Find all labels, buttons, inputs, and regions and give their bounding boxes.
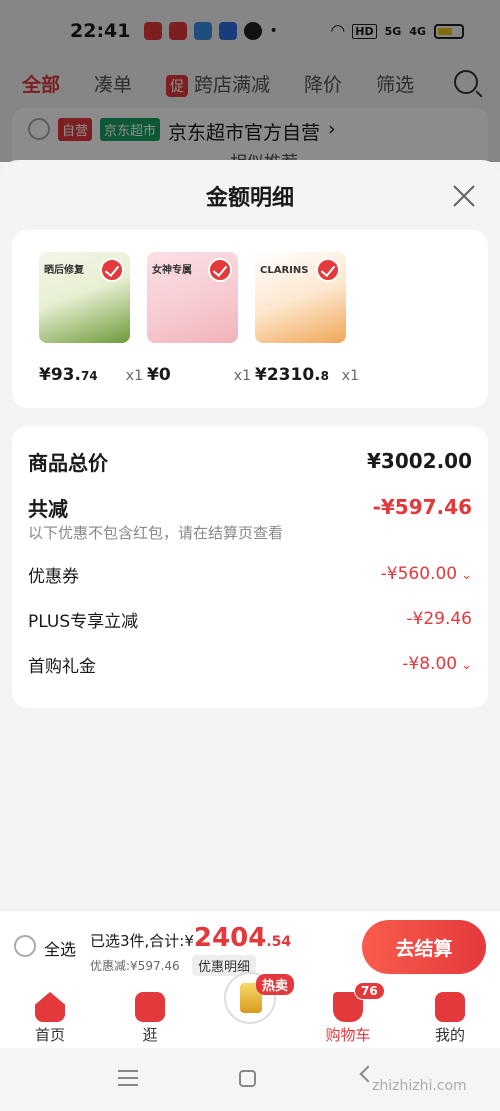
total-amount: 2404 bbox=[193, 923, 267, 953]
total-label: 商品总价 bbox=[28, 450, 108, 475]
product-item[interactable]: 晒后修复 ¥93.74 x1 bbox=[39, 252, 143, 408]
checked-icon bbox=[100, 258, 124, 282]
gift-label: 首购礼金 bbox=[28, 656, 96, 677]
cart-count-badge: 76 bbox=[354, 982, 385, 1000]
product-price: ¥0 bbox=[147, 365, 171, 385]
product-qty: x1 bbox=[341, 368, 359, 384]
nav-me-label: 我的 bbox=[434, 1026, 465, 1044]
saved-amount: 优惠减:¥597.46 bbox=[90, 959, 180, 973]
total-value: ¥3002.00 bbox=[366, 449, 472, 473]
select-all-radio[interactable] bbox=[14, 935, 36, 957]
nav-cart-label: 购物车 bbox=[325, 1026, 371, 1044]
price-row: ¥2310.8 x1 bbox=[255, 365, 367, 385]
home-icon bbox=[35, 992, 65, 1022]
discount-note: 以下优惠不包含红包，请在结算页查看 bbox=[28, 524, 284, 542]
product-item[interactable]: CLARINS ¥2310.8 x1 bbox=[255, 252, 359, 408]
discount-value: -¥597.46 bbox=[372, 495, 472, 519]
plus-value: -¥29.46 bbox=[406, 609, 472, 629]
product-image-text: CLARINS bbox=[260, 265, 309, 276]
price-dec: 8 bbox=[320, 369, 329, 383]
coupon-amount: -¥560.00 ⌄ bbox=[381, 564, 472, 584]
browse-icon bbox=[135, 992, 165, 1022]
product-image-text: 女神专属 bbox=[152, 265, 192, 276]
amount-detail-sheet: 金额明细 晒后修复 ¥93.74 x1 女神专属 ¥0 x1 CLARINS ¥… bbox=[0, 160, 500, 910]
coupon-row[interactable]: 优惠券 -¥560.00 ⌄ bbox=[28, 560, 472, 588]
hot-badge: 热卖 bbox=[256, 974, 295, 995]
total-row: 商品总价 ¥3002.00 bbox=[28, 446, 472, 476]
plus-discount-row: PLUS专享立减 -¥29.46 bbox=[28, 605, 472, 633]
product-image: 女神专属 bbox=[147, 252, 238, 343]
product-image: CLARINS bbox=[255, 252, 346, 343]
total-amount-decimal: .54 bbox=[266, 934, 292, 950]
checkout-button[interactable]: 去结算 bbox=[362, 920, 486, 974]
order-summary: 已选3件,合计:¥ 2404 .54 bbox=[90, 923, 291, 953]
product-price: ¥2310.8 bbox=[255, 365, 329, 385]
home-button-icon[interactable] bbox=[239, 1070, 256, 1087]
nav-browse-label: 逛 bbox=[142, 1026, 158, 1044]
watermark: zhizhizhi.com bbox=[372, 1078, 467, 1094]
chevron-down-icon: ⌄ bbox=[461, 568, 472, 583]
chevron-down-icon: ⌄ bbox=[461, 658, 472, 673]
checked-icon bbox=[208, 258, 232, 282]
close-icon[interactable] bbox=[452, 184, 476, 208]
modal-backdrop[interactable] bbox=[0, 0, 500, 162]
discount-row: 共减 -¥597.46 bbox=[28, 494, 472, 521]
nav-browse[interactable]: 逛 bbox=[120, 992, 180, 1045]
nav-me[interactable]: 我的 bbox=[420, 992, 480, 1045]
first-purchase-gift-row[interactable]: 首购礼金 -¥8.00 ⌄ bbox=[28, 650, 472, 678]
select-all-label[interactable]: 全选 bbox=[44, 936, 76, 960]
gift-amount: -¥8.00 ⌄ bbox=[402, 654, 472, 674]
plus-label: PLUS专享立减 bbox=[28, 611, 139, 632]
product-image: 晒后修复 bbox=[39, 252, 130, 343]
profile-icon bbox=[435, 992, 465, 1022]
product-image-text: 晒后修复 bbox=[44, 265, 84, 276]
price-dec: 74 bbox=[80, 369, 98, 383]
menu-icon[interactable] bbox=[118, 1070, 138, 1086]
price-int: ¥2310. bbox=[255, 365, 321, 385]
price-detail-card: 商品总价 ¥3002.00 共减 -¥597.46 以下优惠不包含红包，请在结算… bbox=[12, 426, 488, 708]
product-qty: x1 bbox=[125, 368, 143, 384]
price-int: ¥93. bbox=[39, 365, 81, 385]
product-item[interactable]: 女神专属 ¥0 x1 bbox=[147, 252, 251, 408]
price-row: ¥0 x1 bbox=[147, 365, 259, 385]
products-card: 晒后修复 ¥93.74 x1 女神专属 ¥0 x1 CLARINS ¥2310.… bbox=[12, 230, 488, 408]
price-row: ¥93.74 x1 bbox=[39, 365, 151, 385]
coupon-value: -¥560.00 bbox=[380, 564, 458, 584]
nav-home-label: 首页 bbox=[34, 1026, 65, 1044]
product-qty: x1 bbox=[233, 368, 251, 384]
gift-value: -¥8.00 bbox=[402, 654, 458, 674]
sheet-title: 金额明细 bbox=[205, 186, 294, 211]
checked-icon bbox=[316, 258, 340, 282]
discount-label: 共减 bbox=[28, 496, 68, 521]
price-int: ¥0 bbox=[147, 365, 171, 385]
bottom-nav: 首页 逛 热卖 购物车 76 我的 bbox=[0, 972, 500, 1048]
nav-home[interactable]: 首页 bbox=[20, 992, 80, 1045]
product-price: ¥93.74 bbox=[39, 365, 98, 385]
coupon-label: 优惠券 bbox=[28, 566, 79, 587]
summary-prefix: 已选3件,合计:¥ bbox=[90, 932, 194, 950]
